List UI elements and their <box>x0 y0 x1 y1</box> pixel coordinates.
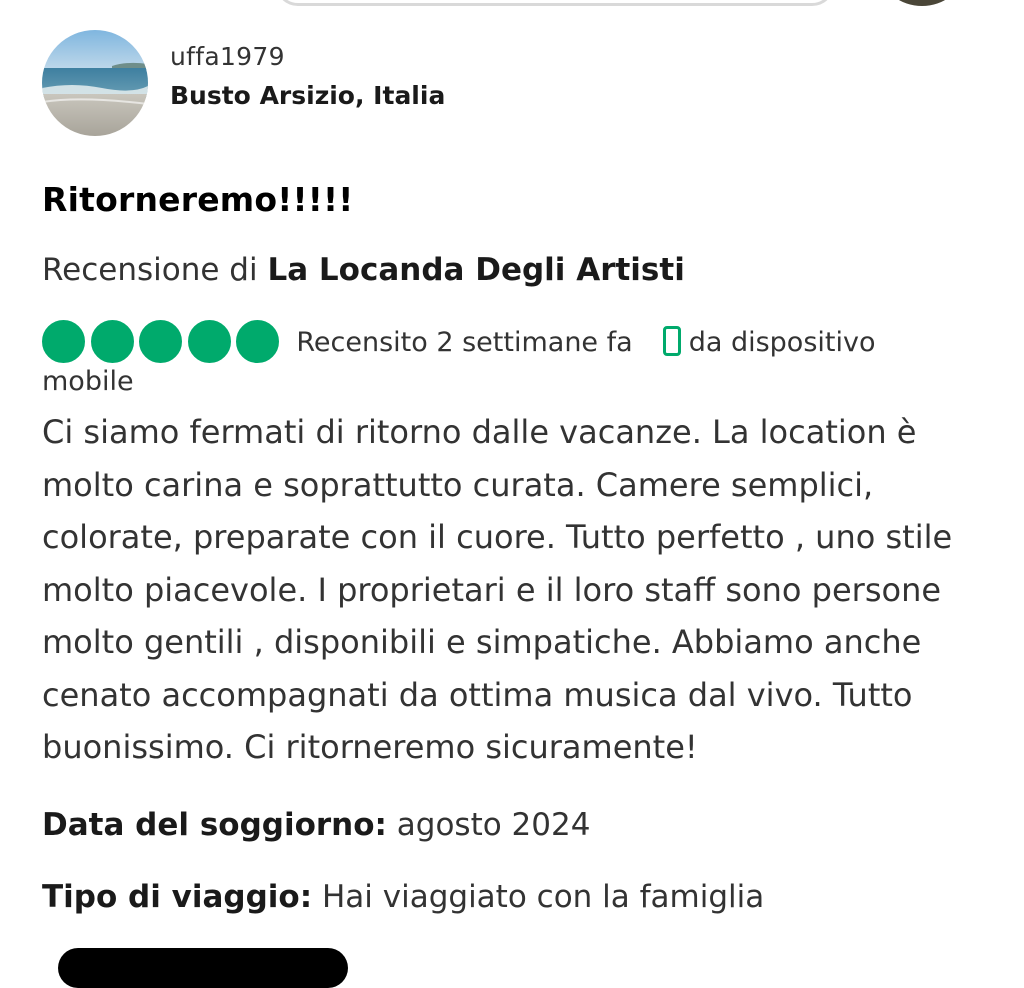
trip-type-label: Tipo di viaggio: <box>42 879 313 915</box>
reviewer-username[interactable]: uffa1979 <box>170 40 445 74</box>
rating-bubble-filled <box>139 319 183 363</box>
stay-date: Data del soggiorno: agosto 2024 <box>42 807 590 843</box>
rating-bubble-filled <box>187 319 231 363</box>
profile-avatar[interactable] <box>882 0 962 6</box>
rating-bubble-filled <box>42 319 85 363</box>
stay-date-value: agosto 2024 <box>396 807 591 843</box>
device-text-wrap: mobile <box>42 366 134 397</box>
rating-bubble-filled <box>236 319 280 363</box>
action-button[interactable] <box>58 948 348 988</box>
search-bar[interactable] <box>275 0 835 6</box>
reviewer-location: Busto Arsizio, Italia <box>170 81 446 110</box>
stay-date-label: Data del soggiorno: <box>42 807 387 843</box>
review-subject: Recensione di La Locanda Degli Artisti <box>42 252 685 288</box>
rating-bubble-filled <box>90 319 134 363</box>
review-date: Recensito 2 settimane fa <box>296 327 633 358</box>
trip-type-value: Hai viaggiato con la famiglia <box>321 879 765 915</box>
rating-line: Recensito 2 settimane fa da dispositivo <box>42 318 992 366</box>
review-subject-prefix: Recensione di <box>42 252 258 288</box>
review-body: Ci siamo fermati di ritorno dalle vacanz… <box>42 413 953 766</box>
device-text: da dispositivo <box>688 327 876 358</box>
trip-type: Tipo di viaggio: Hai viaggiato con la fa… <box>42 879 764 915</box>
reviewer-avatar[interactable] <box>42 30 148 136</box>
hotel-name-link[interactable]: La Locanda Degli Artisti <box>267 252 684 288</box>
mobile-phone-icon <box>662 325 681 356</box>
reviewer-header: uffa1979 Busto Arsizio, Italia <box>42 30 445 136</box>
beach-avatar-image <box>42 30 148 136</box>
review-title[interactable]: Ritorneremo!!!!! <box>42 180 353 219</box>
rating-bubbles <box>42 318 280 364</box>
